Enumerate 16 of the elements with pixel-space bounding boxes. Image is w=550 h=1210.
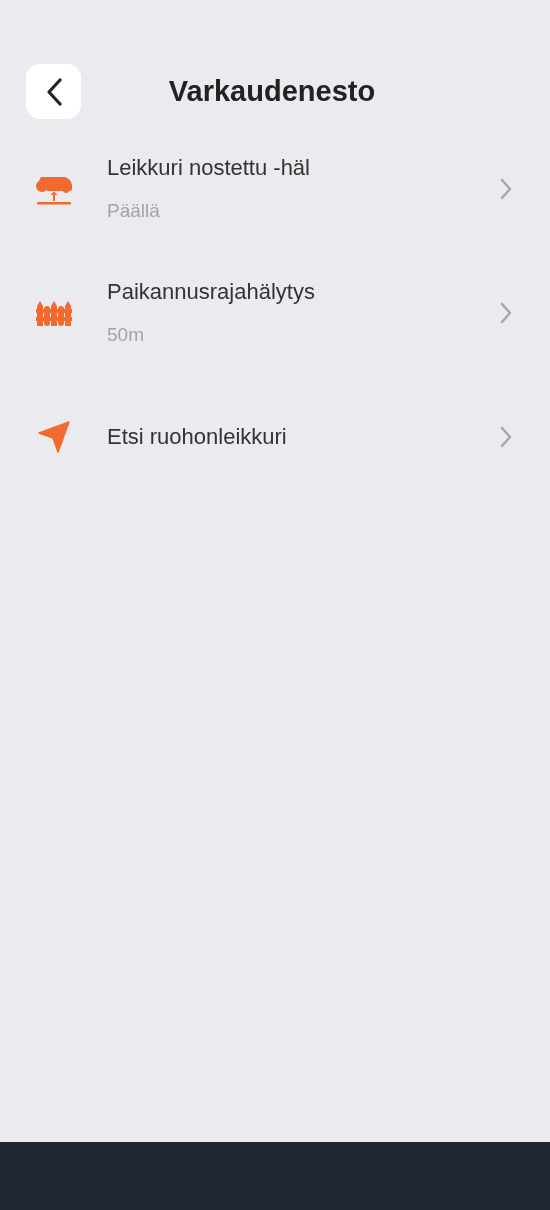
back-icon bbox=[45, 77, 62, 106]
fence-icon bbox=[36, 300, 72, 326]
navigation-arrow-icon bbox=[38, 421, 70, 453]
settings-row[interactable]: Leikkuri nostettu -häl Päällä bbox=[0, 127, 550, 251]
chevron-icon bbox=[500, 426, 512, 448]
back-button[interactable] bbox=[26, 64, 81, 119]
row-value: Päällä bbox=[107, 200, 161, 222]
page-title: Varkaudenesto bbox=[168, 73, 376, 109]
settings-row[interactable]: Etsi ruohonleikkuri bbox=[0, 375, 550, 499]
chevron-icon bbox=[500, 302, 512, 324]
row-title: Paikannusrajahälytys bbox=[107, 280, 316, 304]
chevron-icon bbox=[500, 178, 512, 200]
settings-row[interactable]: Paikannusrajahälytys 50m bbox=[0, 251, 550, 375]
row-title: Leikkuri nostettu -häl bbox=[107, 156, 311, 180]
row-title: Etsi ruohonleikkuri bbox=[107, 425, 288, 449]
row-value: 50m bbox=[107, 324, 145, 346]
